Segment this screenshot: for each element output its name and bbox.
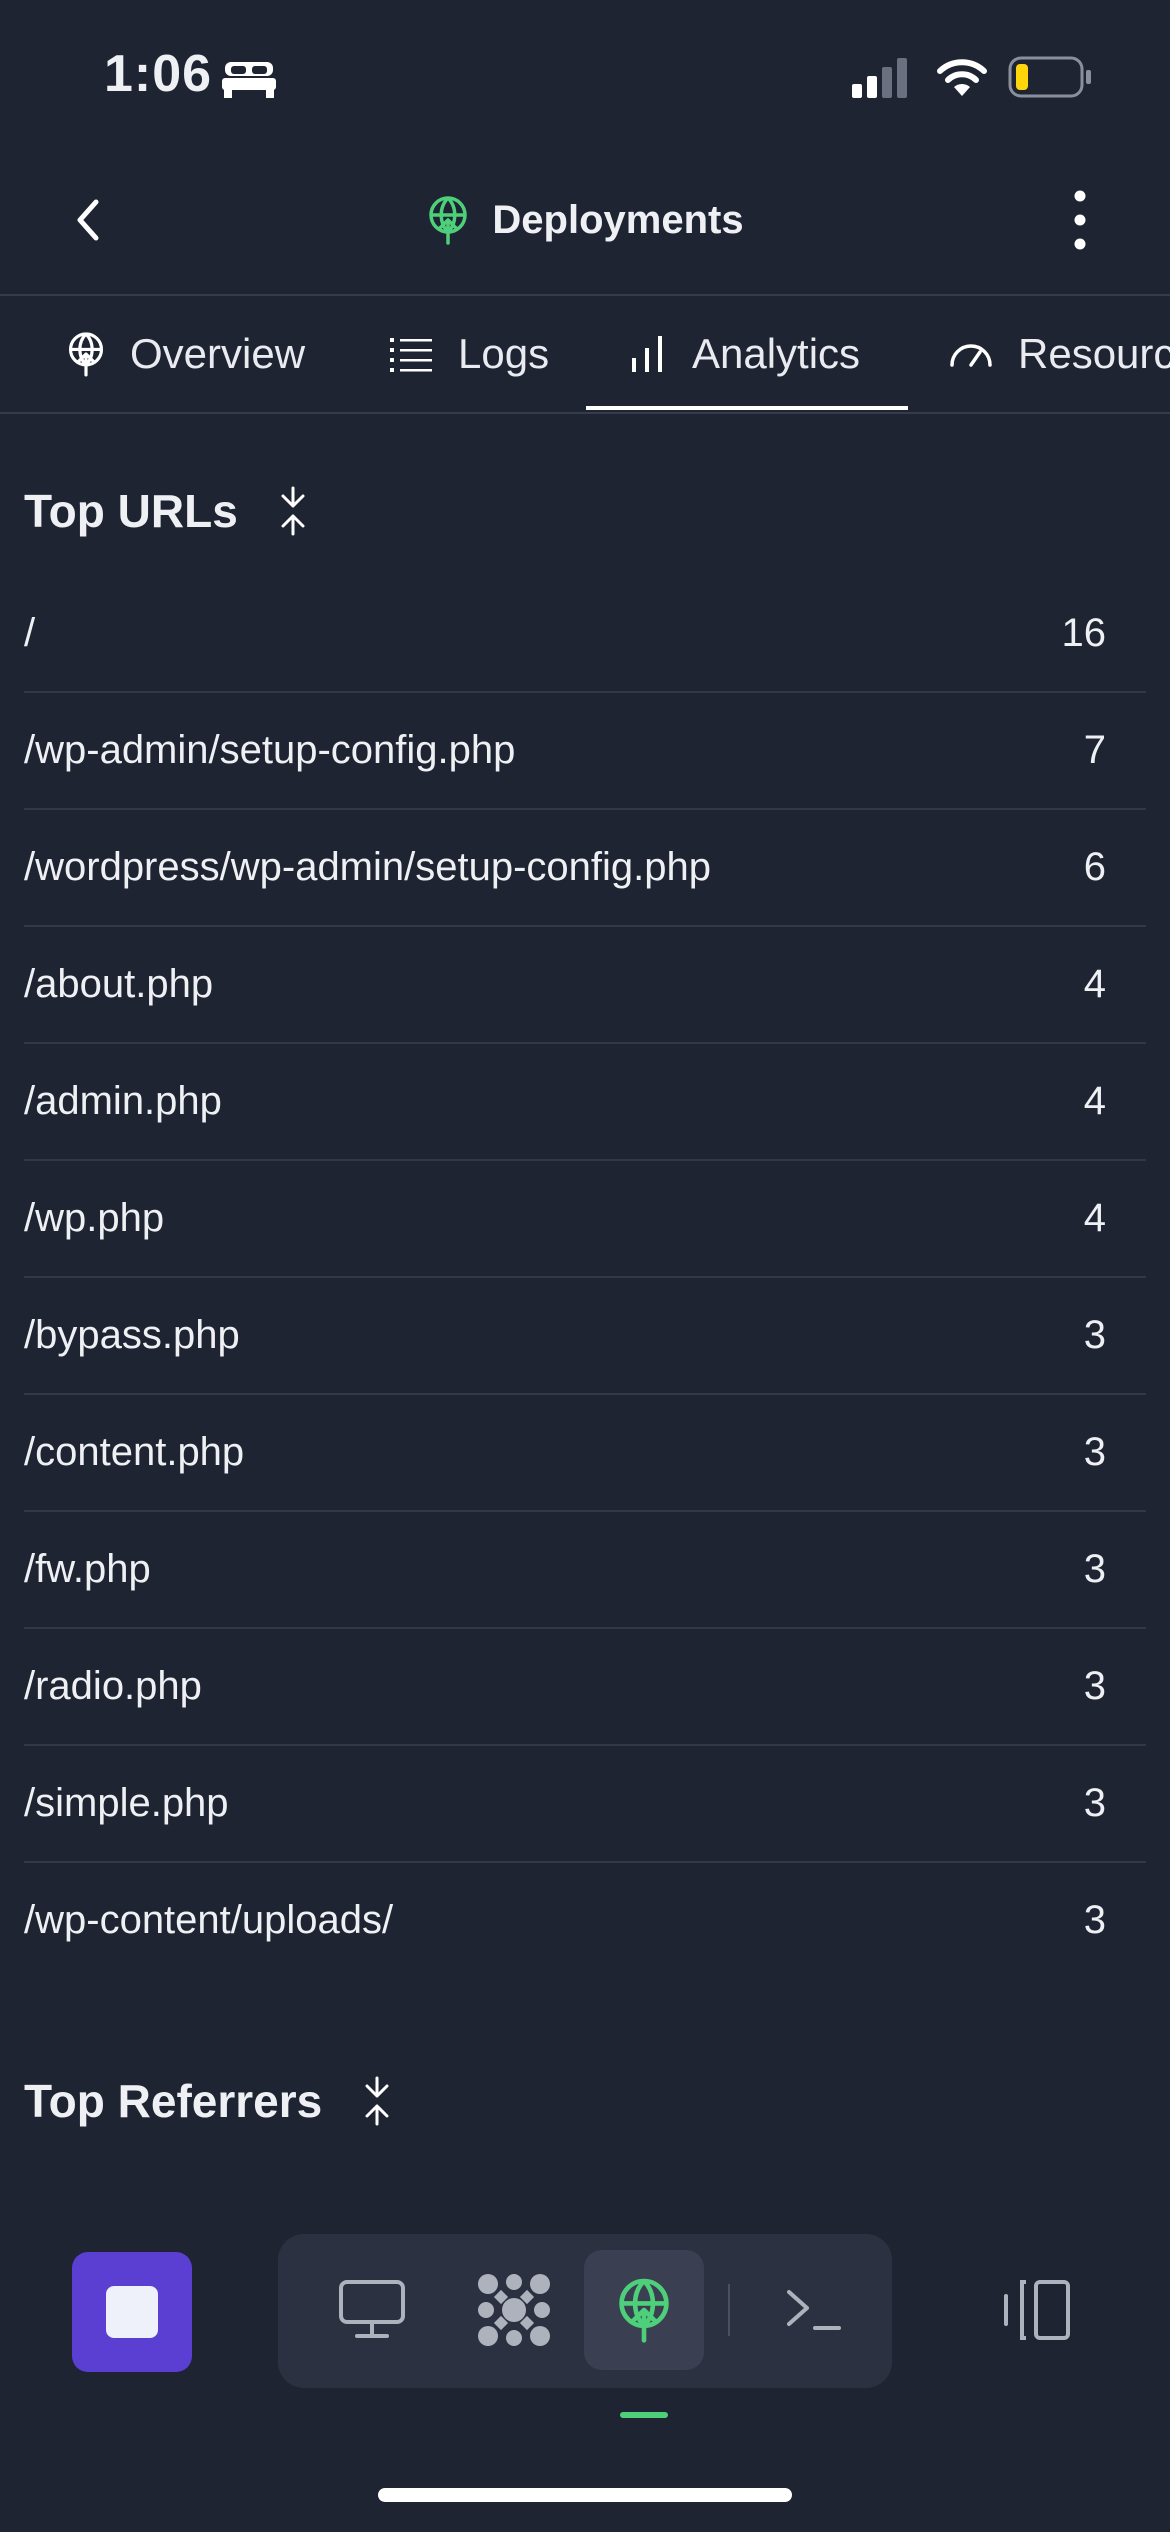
- navigation-header: Deployments: [0, 150, 1170, 296]
- wifi-icon: [937, 59, 987, 96]
- stop-icon: [106, 2286, 158, 2338]
- deployments-icon: [619, 2278, 669, 2343]
- desktop-icon: [339, 2280, 405, 2338]
- dock-divider: [728, 2284, 730, 2336]
- more-vertical-icon[interactable]: [1060, 186, 1100, 254]
- top-urls-list: / 16 /wp-admin/setup-config.php 7 /wordp…: [24, 576, 1146, 1978]
- url-count: 3: [1083, 1781, 1106, 1825]
- apps-button[interactable]: [454, 2250, 574, 2370]
- battery-low-icon: [1008, 56, 1091, 98]
- home-indicator[interactable]: [378, 2488, 792, 2502]
- list-item[interactable]: /simple.php 3: [24, 1746, 1146, 1863]
- bottom-dock: [278, 2234, 892, 2388]
- section-title: Top URLs: [24, 485, 238, 537]
- page-title: Deployments: [492, 197, 744, 242]
- tab-bar: Overview Logs Analytics Resources: [0, 296, 1170, 414]
- list-item[interactable]: / 16: [24, 576, 1146, 693]
- deployments-icon: [429, 196, 468, 245]
- url-path: /wp-content/uploads/: [24, 1898, 394, 1942]
- top-urls-header[interactable]: Top URLs: [24, 484, 308, 538]
- active-dock-indicator: [620, 2412, 668, 2418]
- url-count: 7: [1083, 728, 1106, 772]
- tab-logs[interactable]: Logs: [390, 296, 549, 412]
- url-path: /fw.php: [24, 1547, 151, 1591]
- tab-label: Logs: [458, 330, 550, 377]
- url-path: /content.php: [24, 1430, 245, 1474]
- deployments-button[interactable]: [584, 2250, 704, 2370]
- status-time: 1:06: [104, 45, 213, 103]
- url-path: /: [24, 611, 36, 655]
- url-count: 4: [1083, 962, 1106, 1006]
- url-count: 3: [1083, 1313, 1106, 1357]
- url-count: 3: [1083, 1430, 1106, 1474]
- split-view-icon[interactable]: [1000, 2278, 1072, 2342]
- tab-label: Overview: [130, 330, 306, 377]
- url-path: /radio.php: [24, 1664, 202, 1708]
- terminal-button[interactable]: [754, 2250, 874, 2370]
- list-item[interactable]: /about.php 4: [24, 927, 1146, 1044]
- terminal-icon: [787, 2290, 841, 2330]
- collapse-icon[interactable]: [362, 2076, 392, 2126]
- page-title-group: Deployments: [0, 190, 1170, 250]
- list-item[interactable]: /wp-admin/setup-config.php 7: [24, 693, 1146, 810]
- cellular-signal-icon: [852, 58, 907, 98]
- desktop-button[interactable]: [312, 2250, 432, 2370]
- url-path: /wp-admin/setup-config.php: [24, 728, 516, 772]
- bar-chart-icon: [632, 336, 662, 372]
- url-count: 6: [1083, 845, 1106, 889]
- apps-grid-icon: [478, 2274, 550, 2346]
- tab-resources[interactable]: Resources: [948, 296, 1170, 412]
- url-path: /about.php: [24, 962, 214, 1006]
- gauge-icon: [950, 344, 992, 367]
- tab-label: Analytics: [692, 330, 861, 377]
- status-bar: 1:06: [0, 0, 1170, 150]
- url-count: 4: [1083, 1196, 1106, 1240]
- bed-icon: [222, 62, 276, 98]
- url-path: /admin.php: [24, 1079, 222, 1123]
- url-count: 4: [1083, 1079, 1106, 1123]
- tab-label: Resources: [1018, 330, 1170, 377]
- section-title: Top Referrers: [24, 2075, 323, 2127]
- url-count: 3: [1083, 1898, 1106, 1942]
- list-item[interactable]: /radio.php 3: [24, 1629, 1146, 1746]
- stop-button[interactable]: [72, 2252, 192, 2372]
- list-item[interactable]: /wordpress/wp-admin/setup-config.php 6: [24, 810, 1146, 927]
- tab-overview[interactable]: Overview: [66, 296, 305, 412]
- deployments-icon: [68, 332, 104, 377]
- list-item[interactable]: /content.php 3: [24, 1395, 1146, 1512]
- list-item[interactable]: /admin.php 4: [24, 1044, 1146, 1161]
- url-path: /wordpress/wp-admin/setup-config.php: [24, 845, 712, 889]
- collapse-icon[interactable]: [278, 486, 308, 536]
- list-icon: [390, 338, 432, 372]
- url-path: /bypass.php: [24, 1313, 240, 1357]
- active-tab-indicator: [586, 406, 908, 410]
- url-count: 16: [1061, 611, 1107, 655]
- url-path: /simple.php: [24, 1781, 229, 1825]
- list-item[interactable]: /fw.php 3: [24, 1512, 1146, 1629]
- list-item[interactable]: /bypass.php 3: [24, 1278, 1146, 1395]
- tab-analytics[interactable]: Analytics: [628, 296, 860, 412]
- list-item[interactable]: /wp-content/uploads/ 3: [24, 1863, 1146, 1978]
- url-count: 3: [1083, 1664, 1106, 1708]
- url-path: /wp.php: [24, 1196, 165, 1240]
- top-referrers-header[interactable]: Top Referrers: [24, 2074, 392, 2128]
- list-item[interactable]: /wp.php 4: [24, 1161, 1146, 1278]
- url-count: 3: [1083, 1547, 1106, 1591]
